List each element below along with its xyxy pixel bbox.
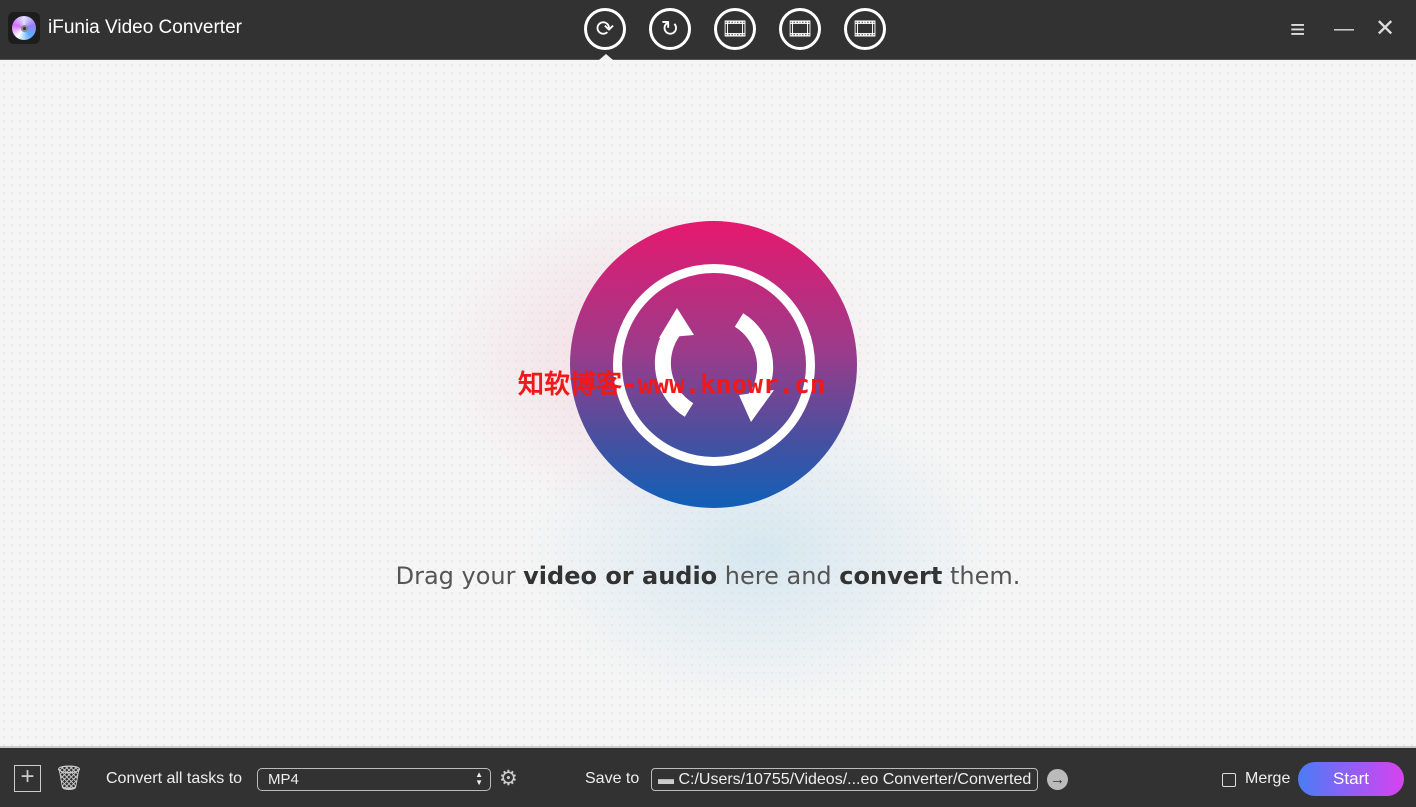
rotate-icon: ↻ (660, 16, 680, 41)
save-path-field[interactable]: ▬ C:/Users/10755/Videos/...eo Converter/… (651, 768, 1038, 791)
plus-icon: + (20, 763, 35, 790)
start-button[interactable]: Start (1298, 762, 1404, 796)
compress-mode-button[interactable]: 🎞 (779, 8, 821, 50)
edit-mode-button[interactable]: 🎞 (844, 8, 886, 50)
folder-icon: ▬ (658, 771, 679, 788)
rotate-mode-button[interactable]: ↻ (649, 8, 691, 50)
bottom-bar: + 🗑 Convert all tasks to MP4 ▲ ▼ ⚙ Save to… (0, 746, 1416, 807)
watermark: 知软博客-www.knowr.cn (518, 370, 826, 400)
spinner-arrows-icon: ▲ ▼ (475, 770, 483, 787)
app-title: iFunia Video Converter (48, 17, 242, 38)
drop-instructions: Drag your video or audio here and conver… (395, 562, 1021, 590)
app-logo-icon (8, 12, 40, 44)
convert-icon: ⟳ (595, 16, 615, 41)
menu-button[interactable]: ≡ (1290, 14, 1305, 44)
gear-icon[interactable]: ⚙ (499, 766, 518, 791)
film-edit-icon: 🎞 (851, 16, 879, 41)
convert-all-label: Convert all tasks to (106, 770, 243, 787)
format-value: MP4 (268, 771, 299, 788)
save-path-value: C:/Users/10755/Videos/...eo Converter/Co… (678, 771, 1032, 788)
convert-mode-button[interactable]: ⟳ (584, 8, 626, 50)
title-bar: iFunia Video Converter ⟳ ↻ 🎞 🎞 🎞 ≡ — ✕ (0, 0, 1416, 60)
film-download-icon: 🎞 (721, 16, 749, 41)
download-mode-button[interactable]: 🎞 (714, 8, 756, 50)
save-to-label: Save to (585, 770, 640, 787)
open-folder-arrow-icon[interactable]: → (1047, 769, 1068, 790)
delete-button[interactable]: 🗑 (54, 764, 84, 793)
mode-toolbar: ⟳ ↻ 🎞 🎞 🎞 (584, 8, 886, 50)
active-mode-indicator (599, 54, 613, 60)
close-button[interactable]: ✕ (1375, 14, 1395, 44)
merge-checkbox[interactable] (1222, 773, 1236, 787)
trash-icon: 🗑 (54, 765, 85, 792)
add-file-button[interactable]: + (14, 765, 41, 792)
format-select[interactable]: MP4 ▲ ▼ (257, 768, 491, 791)
merge-label: Merge (1245, 770, 1291, 787)
film-compress-icon: 🎞 (786, 16, 814, 41)
minimize-button[interactable]: — (1334, 14, 1354, 44)
